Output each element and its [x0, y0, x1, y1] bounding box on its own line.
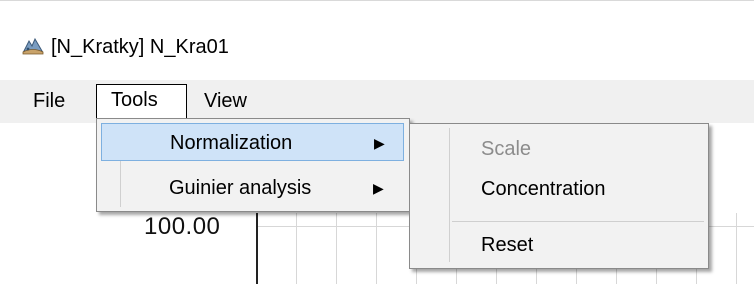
- menu-view[interactable]: View: [204, 80, 247, 123]
- menu-tools[interactable]: Tools: [96, 84, 187, 122]
- menu-item-reset[interactable]: Reset: [481, 234, 533, 257]
- grid-line-vertical: [296, 213, 297, 284]
- grid-line-vertical: [736, 213, 737, 284]
- menu-item-scale[interactable]: Scale: [481, 138, 531, 161]
- grid-line-vertical: [336, 213, 337, 284]
- window-top-border: [0, 0, 754, 1]
- y-tick-label: 100.00: [144, 213, 221, 240]
- menu-item-normalization[interactable]: Normalization ▶: [101, 123, 404, 161]
- submenu-icon-gutter-separator: [449, 128, 450, 262]
- submenu-arrow-icon: ▶: [373, 180, 384, 196]
- y-axis-line: [256, 213, 258, 284]
- app-logo-icon: [22, 37, 44, 55]
- menu-item-label: Guinier analysis: [169, 177, 312, 199]
- window-title: [N_Kratky] N_Kra01: [51, 36, 229, 58]
- menu-file[interactable]: File: [33, 80, 65, 123]
- menu-divider: [452, 221, 704, 222]
- grid-line-vertical: [376, 213, 377, 284]
- submenu-arrow-icon: ▶: [374, 135, 385, 151]
- menu-item-concentration[interactable]: Concentration: [481, 178, 606, 201]
- menu-item-label: Normalization: [170, 132, 293, 154]
- menu-item-guinier-analysis[interactable]: Guinier analysis ▶: [101, 169, 404, 207]
